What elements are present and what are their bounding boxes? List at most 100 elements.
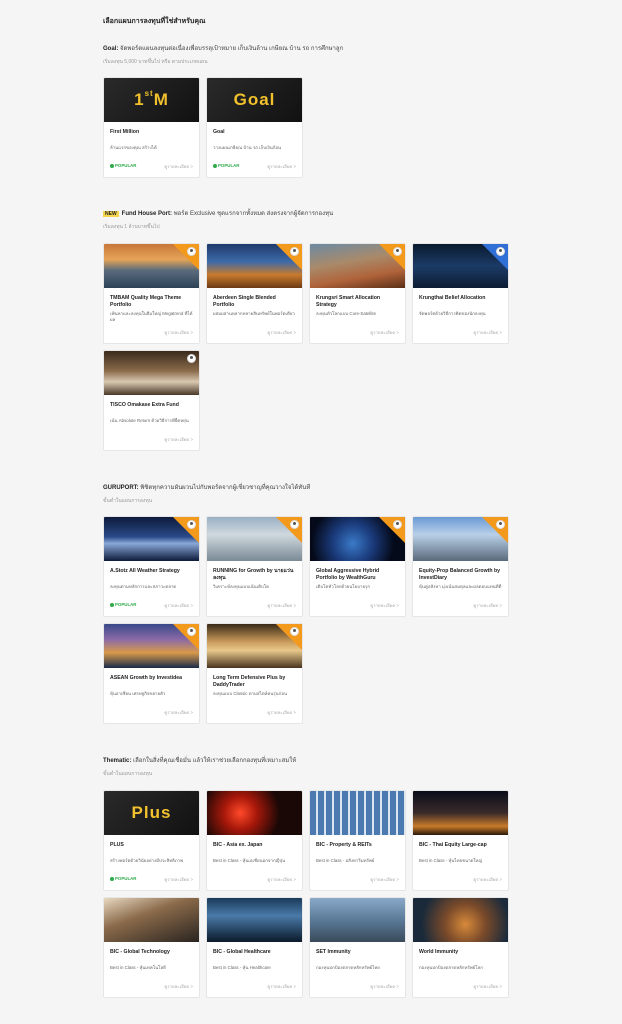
guru-avatar-icon [290,520,299,529]
page-title: เลือกแผนการลงทุนที่ใช่สำหรับคุณ [103,18,206,25]
card-desc: วางแผนเกษียณ บ้าน รถ เก็บเงินก้อน [213,145,281,150]
details-link[interactable]: ดูรายละเอียด > [164,709,193,716]
details-link[interactable]: ดูรายละเอียด > [370,329,399,336]
card-title: BIC - Global Healthcare [213,949,271,955]
plan-card-bic-thai-equity[interactable]: BIC - Thai Equity Large-cap Best in Clas… [412,790,509,891]
section-guruport-header: GURUPORT: พิชิตทุกความผันผวนไปกับพอร์ตจา… [103,482,310,505]
plan-card-krungsri[interactable]: Krungsri Smart Allocation Strategy ลงทุน… [309,243,406,344]
section-desc: เลือกในสิ่งที่คุณเชื่อมั่น แล้วให้เราช่ว… [133,758,297,764]
card-image [413,517,508,561]
card-desc: ลงทุนทั่วโลกแบบ Core-Satellite [316,311,377,316]
details-link[interactable]: ดูรายละเอียด > [164,602,193,609]
fund-house-logo-icon [187,247,196,256]
details-link[interactable]: ดูรายละเอียด > [370,602,399,609]
plan-card-long-term-defensive[interactable]: Long Term Defensive Plus by DaddyTrader … [206,623,303,724]
details-link[interactable]: ดูรายละเอียด > [267,602,296,609]
popular-icon [213,163,217,168]
section-desc: พอร์ต Exclusive ชุดแรกจากทั้งหมด ส่งตรงจ… [173,211,334,217]
plan-card-tisco[interactable]: TISCO Omakase Extra Fund เน้น Absolute R… [103,350,200,451]
card-title: Long Term Defensive Plus by DaddyTrader [213,675,286,688]
plan-card-tmbam[interactable]: TMBAM Quality Mega Theme Portfolio เฟ้นห… [103,243,200,344]
card-image [310,244,405,288]
plan-card-bic-asia[interactable]: BIC - Asia ex. Japan Best in Class - หุ้… [206,790,303,891]
card-image [104,351,199,395]
card-title: Krungsri Smart Allocation Strategy [316,295,381,308]
card-desc: หุ้นอาเซียน เศรษฐกิจขยายตัว [110,691,166,696]
plan-card-first-million[interactable]: 1stM First Million ล้านแรกของคุณ สร้างได… [103,77,200,178]
card-desc: เน้น Absolute Return ด้วยวิธีการที่ยืดหย… [110,418,189,423]
details-link[interactable]: ดูรายละเอียด > [267,709,296,716]
details-link[interactable]: ดูรายละเอียด > [267,329,296,336]
plan-card-running-growth[interactable]: RUNNING for Growth by นายแว่นลงทุน วิเคร… [206,516,303,617]
card-title: BIC - Thai Equity Large-cap [419,842,487,848]
card-desc: Best in Class - หุ้นเทคโนโลยี [110,965,166,970]
card-image [207,791,302,835]
plan-card-plus[interactable]: Plus PLUS สร้างพอร์ตด้วยวินัยอย่างมีประส… [103,790,200,891]
card-title: SET Immunity [316,949,351,955]
card-desc: ลงทุนแบบ Classic ตามสไตล์คนรุ่นก่อน [213,691,287,696]
plan-card-goal[interactable]: Goal Goal วางแผนเกษียณ บ้าน รถ เก็บเงินก… [206,77,303,178]
plan-card-bic-property[interactable]: BIC - Property & REITs Best in Class - อ… [309,790,406,891]
card-image [413,791,508,835]
card-title: A.Stotz All Weather Strategy [110,568,180,574]
card-image [310,517,405,561]
plan-card-world-immunity[interactable]: World Immunity กองทุนปกป้องตลาดหลักทรัพย… [412,897,509,998]
popular-badge: POPULAR [110,602,136,607]
popular-badge: POPULAR [110,163,136,168]
card-title: ASEAN Growth by Investidea [110,675,183,681]
plan-card-astotz[interactable]: A.Stotz All Weather Strategy ลงทุนตามหลั… [103,516,200,617]
card-image-label: Goal [233,90,276,109]
card-image [104,624,199,668]
card-title: Equity-Prop Balanced Growth by InvestDia… [419,568,500,581]
details-link[interactable]: ดูรายละเอียด > [267,876,296,883]
details-link[interactable]: ดูรายละเอียด > [473,329,502,336]
details-link[interactable]: ดูรายละเอียด > [473,602,502,609]
section-desc: จัดพอร์ตแผนลงทุนต่อเนื่องเพื่อบรรลุเป้าห… [120,46,344,52]
card-desc: Best in Class - หุ้นไทยขนาดใหญ่ [419,858,483,863]
plan-card-asean-growth[interactable]: ASEAN Growth by Investidea หุ้นอาเซียน เ… [103,623,200,724]
details-link[interactable]: ดูรายละเอียด > [473,983,502,990]
details-link[interactable]: ดูรายละเอียด > [164,329,193,336]
plan-card-bic-global-tech[interactable]: BIC - Global Technology Best in Class - … [103,897,200,998]
details-link[interactable]: ดูรายละเอียด > [164,876,193,883]
card-image [207,898,302,942]
card-desc: ล้านแรกของคุณ สร้างได้ [110,145,157,150]
card-title: Krungthai Belief Allocation [419,295,486,301]
plan-card-global-aggressive[interactable]: Global Aggressive Hybrid Portfolio by We… [309,516,406,617]
section-goal-header: Goal: จัดพอร์ตแผนลงทุนต่อเนื่องเพื่อบรรล… [103,43,343,66]
section-sub: ขั้นต่ำในแผนการลงทุน [103,771,153,777]
section-title: Goal: [103,46,119,52]
guru-avatar-icon [187,627,196,636]
plan-card-aberdeen[interactable]: Aberdeen Single Blended Portfolio ผสมผสา… [206,243,303,344]
new-badge: NEW [103,211,119,217]
plan-card-equity-prop[interactable]: Equity-Prop Balanced Growth by InvestDia… [412,516,509,617]
fund-house-logo-icon [393,247,402,256]
details-link[interactable]: ดูรายละเอียด > [164,436,193,443]
card-image: 1stM [104,78,199,122]
section-sub: เริ่มลงทุน 1 ล้านบาทขึ้นไป [103,224,160,230]
plan-card-set-immunity[interactable]: SET Immunity กองทุนปกป้องตลาดหลักทรัพย์ไ… [309,897,406,998]
details-link[interactable]: ดูรายละเอียด > [370,876,399,883]
card-title: World Immunity [419,949,459,955]
details-link[interactable]: ดูรายละเอียด > [164,983,193,990]
card-image [413,898,508,942]
details-link[interactable]: ดูรายละเอียด > [164,163,193,170]
card-image [413,244,508,288]
popular-icon [110,602,114,607]
plan-card-krungthai[interactable]: Krungthai Belief Allocation จัดพอร์ตด้วย… [412,243,509,344]
card-image [207,244,302,288]
card-title: BIC - Property & REITs [316,842,372,848]
details-link[interactable]: ดูรายละเอียด > [370,983,399,990]
details-link[interactable]: ดูรายละเอียด > [267,163,296,170]
fund-house-logo-icon [496,247,505,256]
card-desc: ผสมผสานหลากหลายสินทรัพย์ในพอร์ตเดียว [213,311,295,316]
card-desc: Best in Class - หุ้น Healthcare [213,965,271,970]
card-desc: สร้างพอร์ตด้วยวินัยอย่างมีประสิทธิภาพ [110,858,184,863]
guru-avatar-icon [496,520,505,529]
card-image [310,898,405,942]
details-link[interactable]: ดูรายละเอียด > [267,983,296,990]
details-link[interactable]: ดูรายละเอียด > [473,876,502,883]
fund-house-logo-icon [187,354,196,363]
plan-card-bic-global-healthcare[interactable]: BIC - Global Healthcare Best in Class - … [206,897,303,998]
card-desc: กองทุนปกป้องตลาดหลักทรัพย์โลก [419,965,483,970]
